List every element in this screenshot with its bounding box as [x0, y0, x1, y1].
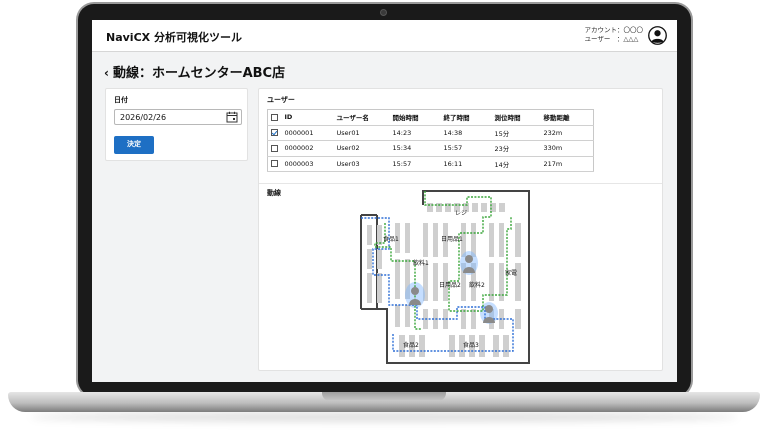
calendar-icon[interactable] [226, 111, 238, 123]
table-row[interactable]: 0000003 User03 15:57 16:11 14分 217m [267, 156, 594, 172]
store-shelves [367, 223, 521, 357]
cell-id: 0000003 [281, 156, 334, 172]
submit-button[interactable]: 決定 [114, 136, 154, 154]
app-title: NaviCX 分析可視化ツール [106, 31, 242, 44]
zone-label-appliance: 家電 [505, 269, 517, 277]
select-all-cell[interactable] [267, 109, 282, 126]
cell-id: 0000002 [281, 140, 334, 157]
date-panel: 日付 2026/02/26 決定 [105, 88, 248, 161]
column-header: ユーザー名 [333, 109, 390, 126]
select-all-checkbox[interactable] [271, 113, 278, 121]
zone-label-register: レジ [455, 210, 467, 217]
app-screen: NaviCX 分析可視化ツール アカウント：〇〇〇 ユーザー ：△△△ ‹ 動線：… [92, 20, 677, 382]
row-checkbox-cell[interactable] [267, 156, 282, 172]
camera-icon [380, 9, 387, 16]
zone-label-food1: 食品1 [383, 235, 399, 243]
account-line: アカウント：〇〇〇 [584, 26, 644, 34]
row-checkbox[interactable] [271, 129, 278, 137]
date-field[interactable]: 2026/02/26 [114, 109, 242, 125]
zone-label-drink2: 飲料2 [469, 281, 485, 289]
zone-label-daily1: 日用品1 [441, 236, 463, 243]
users-table: ID ユーザー名 開始時間 終了時間 測位時間 移動距離 0000001 Use… [267, 109, 594, 172]
avatar-icon[interactable] [648, 26, 667, 45]
cell-start: 14:23 [389, 125, 441, 141]
users-label: ユーザー [267, 96, 295, 104]
cell-name: User03 [333, 156, 390, 172]
zone-label-food2: 食品2 [403, 341, 419, 349]
date-label: 日付 [114, 96, 128, 104]
page-title-text: 動線：ホームセンターABC店 [112, 66, 286, 81]
back-icon[interactable]: ‹ [104, 66, 109, 80]
cell-end: 14:38 [440, 125, 492, 141]
column-header: 終了時間 [440, 109, 492, 126]
cell-distance: 217m [540, 156, 594, 172]
column-header: 移動距離 [540, 109, 594, 126]
laptop-notch [322, 392, 446, 401]
cell-id: 0000001 [281, 125, 334, 141]
user-line: ユーザー ：△△△ [584, 35, 639, 43]
cell-duration: 14分 [491, 156, 541, 172]
cell-duration: 15分 [491, 125, 541, 141]
date-value: 2026/02/26 [120, 113, 167, 122]
cell-end: 16:11 [440, 156, 492, 172]
cell-distance: 330m [540, 140, 594, 157]
account-info: アカウント：〇〇〇 ユーザー ：△△△ [585, 26, 644, 44]
table-row[interactable]: 0000001 User01 14:23 14:38 15分 232m [267, 125, 594, 141]
row-checkbox-cell[interactable] [267, 140, 282, 157]
cell-name: User02 [333, 140, 390, 157]
table-header-row: ID ユーザー名 開始時間 終了時間 測位時間 移動距離 [267, 109, 594, 126]
cell-duration: 23分 [491, 140, 541, 157]
cell-start: 15:57 [389, 156, 441, 172]
row-checkbox[interactable] [271, 144, 278, 152]
column-header: 開始時間 [389, 109, 441, 126]
cell-distance: 232m [540, 125, 594, 141]
page-title: ‹ 動線：ホームセンターABC店 [104, 62, 285, 81]
row-checkbox-cell[interactable] [267, 125, 282, 141]
row-checkbox[interactable] [271, 160, 278, 168]
flow-label: 動線 [267, 189, 281, 197]
zone-label-food3: 食品3 [463, 341, 479, 349]
cell-name: User01 [333, 125, 390, 141]
laptop-shadow [30, 412, 738, 422]
app-header: NaviCX 分析可視化ツール アカウント：〇〇〇 ユーザー ：△△△ [92, 20, 677, 52]
table-row[interactable]: 0000002 User02 15:34 15:57 23分 330m [267, 140, 594, 157]
cell-start: 15:34 [389, 140, 441, 157]
zone-label-drink1: 飲料1 [413, 259, 429, 267]
cell-end: 15:57 [440, 140, 492, 157]
section-divider [259, 183, 662, 184]
column-header: 測位時間 [491, 109, 541, 126]
zone-label-daily2: 日用品2 [439, 282, 461, 289]
column-header: ID [281, 109, 334, 126]
floor-map[interactable]: レジ 食品1 日用品1 飲料1 家電 日用品2 飲料2 食品2 食品3 [359, 187, 531, 367]
main-panel: ユーザー ID ユーザー名 開始時間 終了時間 測位時間 移動距離 000000… [258, 88, 663, 371]
